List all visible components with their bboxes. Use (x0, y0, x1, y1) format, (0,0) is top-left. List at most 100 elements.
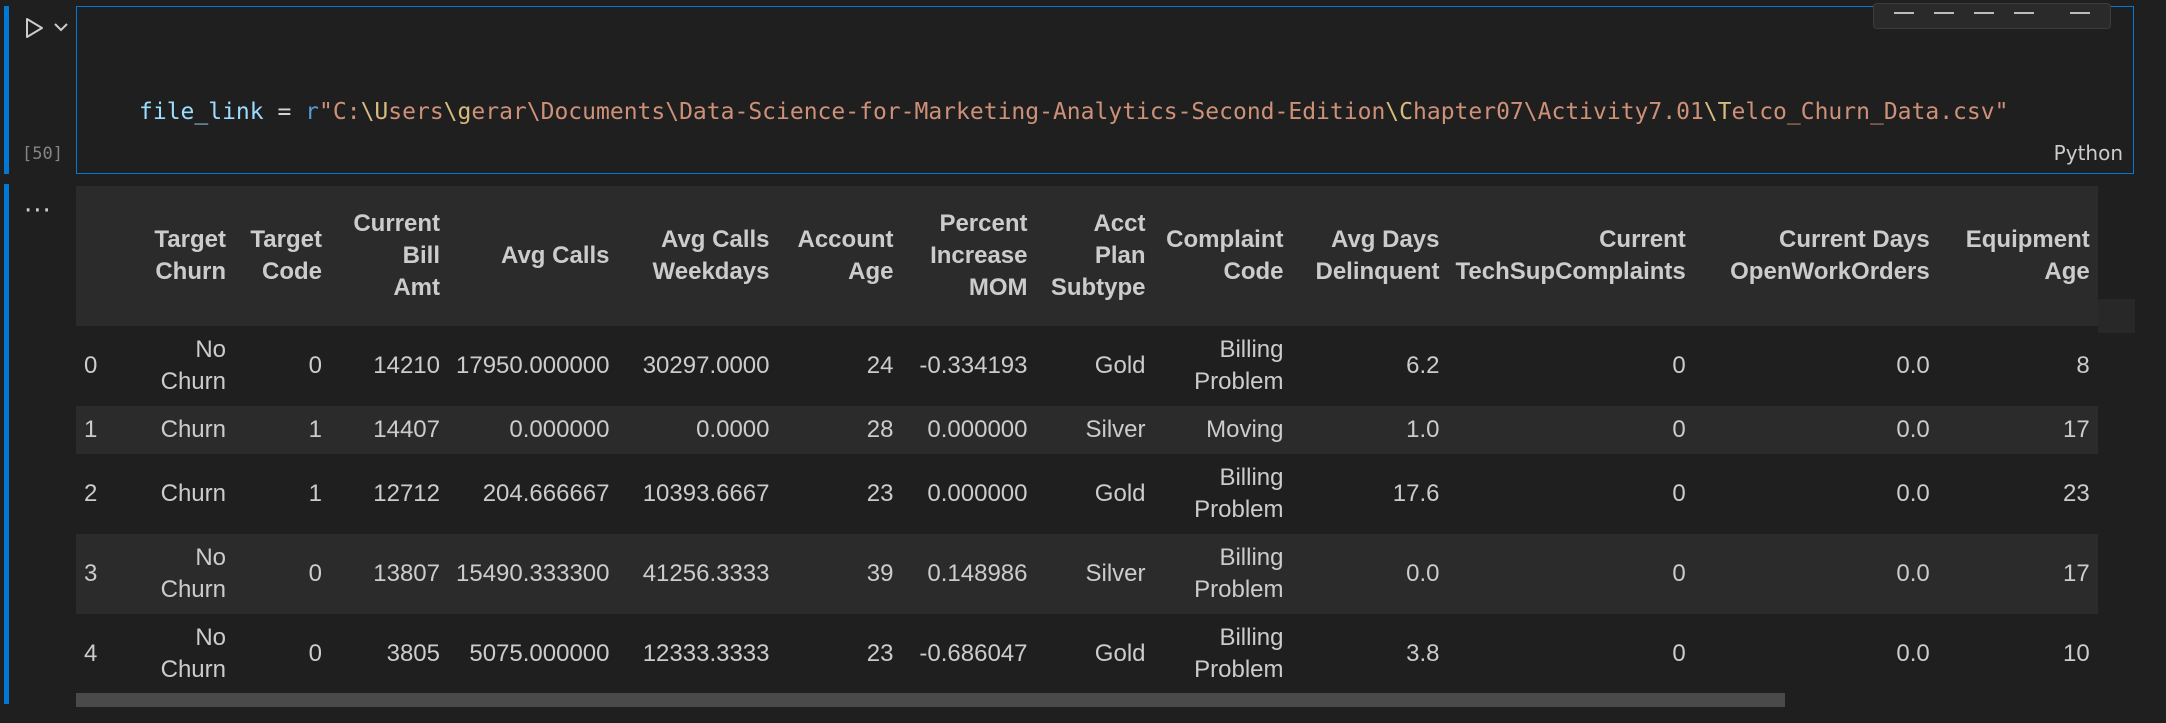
table-cell: 0.0 (1291, 534, 1448, 614)
table-cell: 30297.0000 (617, 326, 778, 406)
table-cell: 0 (1447, 534, 1694, 614)
table-cell: 0.0 (1693, 406, 1938, 454)
table-cell: 13807 (330, 534, 448, 614)
table-cell: No Churn (132, 326, 234, 406)
table-cell: 0.0 (1693, 454, 1938, 534)
cell-toolbar[interactable] (1873, 3, 2111, 29)
table-cell: 14210 (330, 326, 448, 406)
table-cell: 10 (1937, 614, 2098, 694)
table-cell: 41256.3333 (617, 534, 778, 614)
run-icon[interactable] (20, 14, 48, 42)
row-index: 0 (76, 326, 132, 406)
table-cell: 17.6 (1291, 454, 1448, 534)
table-cell: 8 (1937, 326, 2098, 406)
code-escape: \U (360, 99, 389, 125)
toolbar-action-icon[interactable] (1974, 4, 1994, 14)
table-cell: 1.0 (1291, 406, 1448, 454)
more-icon[interactable]: ··· (24, 196, 52, 226)
output-area: Target Churn Target Code Current Bill Amt Avg C… (76, 186, 2134, 694)
cell-focus-bar (4, 6, 9, 174)
table-cell: 6.2 (1291, 326, 1448, 406)
table-cell: 0.000000 (901, 454, 1036, 534)
table-cell: No Churn (132, 534, 234, 614)
column-header: Avg Days Delinquent (1291, 186, 1448, 326)
column-header: Current Days OpenWorkOrders (1693, 186, 1938, 326)
table-cell: 3.8 (1291, 614, 1448, 694)
table-cell: Billing Problem (1153, 454, 1292, 534)
table-cell: 0.0 (1693, 534, 1938, 614)
table-cell: -0.686047 (901, 614, 1036, 694)
row-index: 4 (76, 614, 132, 694)
table-cell: Gold (1035, 326, 1154, 406)
table-cell: No Churn (132, 614, 234, 694)
table-cell: 0.0000 (617, 406, 778, 454)
table-body: 0 No Churn 0 14210 17950.000000 30297.0000 24 -0… (76, 326, 2098, 694)
cell-language-label[interactable]: Python (2054, 141, 2123, 165)
code-cell-editor[interactable]: file_link = r"C:\Users\gerar\Documents\D… (76, 3, 2135, 333)
column-header: Avg Calls (448, 186, 618, 326)
table-cell: 12712 (330, 454, 448, 534)
toolbar-action-icon[interactable] (2014, 4, 2034, 14)
execution-count: [50] (22, 144, 63, 164)
table-cell: 0 (234, 534, 330, 614)
code-op: = (263, 99, 306, 125)
table-cell: 1 (234, 454, 330, 534)
table-row: 4 No Churn 0 3805 5075.000000 12333.3333 23 -0.6… (76, 614, 2098, 694)
column-header: Acct Plan Subtype (1035, 186, 1154, 326)
delete-icon[interactable] (2070, 4, 2090, 14)
code-string: sers (388, 99, 444, 125)
code-escape: \T (1703, 99, 1732, 125)
table-cell: 39 (777, 534, 902, 614)
table-cell: 24 (777, 326, 902, 406)
table-cell: 23 (777, 454, 902, 534)
table-cell: Gold (1035, 454, 1154, 534)
table-cell: 12333.3333 (617, 614, 778, 694)
horizontal-scrollbar-thumb[interactable] (76, 693, 1785, 707)
dataframe-table: Target Churn Target Code Current Bill Amt Avg C… (76, 186, 2098, 694)
index-header (76, 186, 132, 326)
table-cell: Silver (1035, 534, 1154, 614)
code-string: "C: (319, 99, 361, 125)
table-row: 3 No Churn 0 13807 15490.333300 41256.3333 39 0.… (76, 534, 2098, 614)
column-header: Avg Calls Weekdays (617, 186, 778, 326)
table-cell: 14407 (330, 406, 448, 454)
output-focus-bar (4, 184, 9, 704)
code-escape: \C (1385, 99, 1413, 125)
table-header-row: Target Churn Target Code Current Bill Amt Avg C… (76, 186, 2098, 326)
chevron-down-icon[interactable] (50, 16, 72, 38)
code-escape: \g (443, 99, 472, 125)
table-row: 1 Churn 1 14407 0.000000 0.0000 28 0.000000 Silv… (76, 406, 2098, 454)
table-cell: 10393.6667 (617, 454, 778, 534)
table-cell: 0 (1447, 614, 1694, 694)
table-cell: 0.000000 (448, 406, 618, 454)
table-cell: Churn (132, 406, 234, 454)
column-header: Current Bill Amt (330, 186, 448, 326)
table-cell: 28 (777, 406, 902, 454)
code-string: \Activity7.01 (1523, 99, 1704, 125)
table-cell: Churn (132, 454, 234, 534)
table-cell: 1 (234, 406, 330, 454)
toolbar-action-icon[interactable] (1894, 4, 1914, 14)
column-header: Account Age (777, 186, 902, 326)
table-cell: Moving (1153, 406, 1292, 454)
table-cell: Silver (1035, 406, 1154, 454)
code-string: hapter07 (1413, 99, 1524, 125)
toolbar-action-icon[interactable] (1934, 4, 1954, 14)
table-cell: 15490.333300 (448, 534, 618, 614)
table-cell: 17 (1937, 406, 2098, 454)
table-cell: 17 (1937, 534, 2098, 614)
row-index: 1 (76, 406, 132, 454)
table-cell: 0.148986 (901, 534, 1036, 614)
code-string: \Documents\Data-Science-for-Marketing-An… (526, 99, 1386, 125)
table-cell: Gold (1035, 614, 1154, 694)
column-header: Current TechSupComplaints (1447, 186, 1694, 326)
table-cell: 5075.000000 (448, 614, 618, 694)
row-index: 3 (76, 534, 132, 614)
table-cell: Billing Problem (1153, 534, 1292, 614)
column-header: Equipment Age (1937, 186, 2098, 326)
code-string: erar (471, 99, 527, 125)
column-header: Percent Increase MOM (901, 186, 1036, 326)
column-header: Target Churn (132, 186, 234, 326)
table-cell: 23 (1937, 454, 2098, 534)
run-controls (14, 10, 74, 40)
